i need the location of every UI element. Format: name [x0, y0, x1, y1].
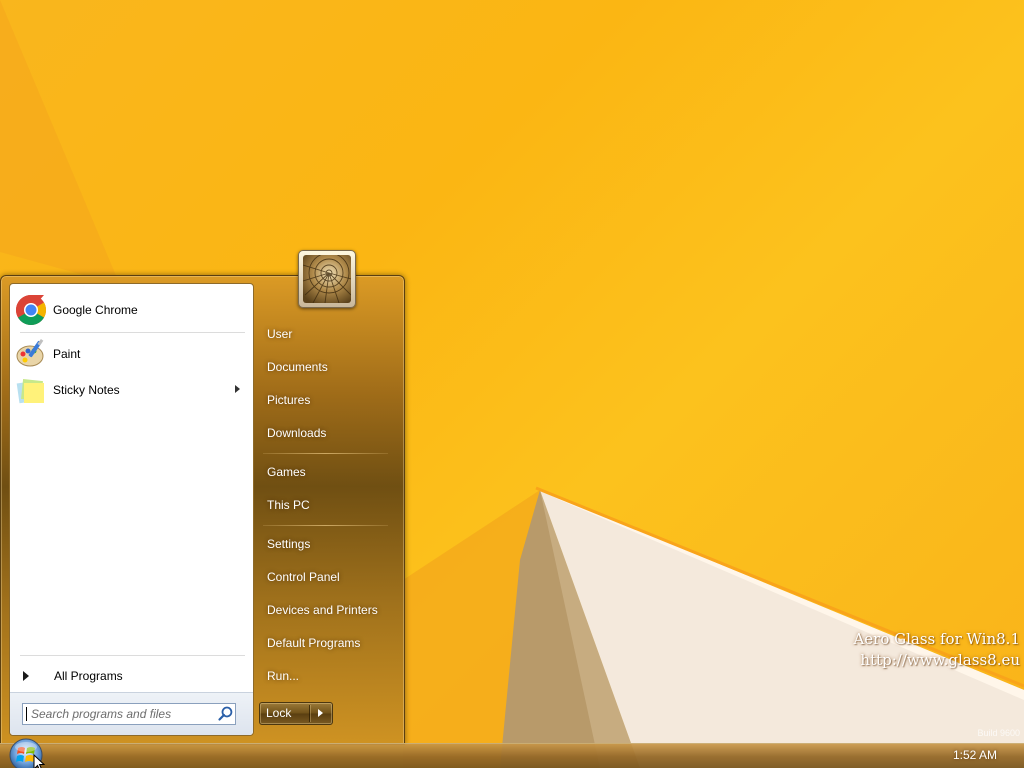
- menu-item-label: Devices and Printers: [267, 603, 378, 617]
- all-programs-label: All Programs: [54, 669, 123, 683]
- menu-item-user[interactable]: User: [259, 320, 391, 348]
- user-picture[interactable]: [298, 250, 356, 308]
- taskbar: [0, 743, 1024, 768]
- program-google-chrome[interactable]: Google Chrome: [13, 293, 249, 327]
- user-avatar: [303, 255, 351, 303]
- sticky-notes-icon: [15, 374, 47, 406]
- paint-icon: [15, 338, 47, 370]
- start-menu-programs-pane: Google Chrome Paint Sticky Notes All Pro…: [9, 283, 254, 736]
- lock-button[interactable]: Lock: [259, 702, 333, 725]
- menu-item-label: Default Programs: [267, 636, 361, 650]
- program-label: Google Chrome: [53, 303, 138, 317]
- desktop[interactable]: Aero Glass for Win8.1 http://www.glass8.…: [0, 0, 1024, 768]
- menu-item-documents[interactable]: Documents: [259, 353, 391, 381]
- search-icon[interactable]: [217, 705, 235, 723]
- watermark-url: http://www.glass8.eu: [860, 651, 1020, 669]
- menu-item-label: Settings: [267, 537, 311, 551]
- start-menu: Google Chrome Paint Sticky Notes All Pro…: [0, 275, 405, 745]
- program-label: Paint: [53, 347, 81, 361]
- menu-item-label: Downloads: [267, 426, 327, 440]
- lock-button-divider: [309, 705, 310, 722]
- menu-item-devices-printers[interactable]: Devices and Printers: [259, 596, 391, 624]
- menu-item-label: Documents: [267, 360, 328, 374]
- watermark-title: Aero Glass for Win8.1: [853, 630, 1020, 648]
- chrome-icon: [15, 294, 47, 326]
- menu-item-pictures[interactable]: Pictures: [259, 386, 391, 414]
- menu-item-settings[interactable]: Settings: [259, 530, 391, 558]
- search-input[interactable]: [27, 706, 218, 722]
- menu-item-label: This PC: [267, 498, 310, 512]
- program-sticky-notes[interactable]: Sticky Notes: [13, 373, 249, 407]
- submenu-arrow-icon[interactable]: [235, 385, 240, 393]
- menu-item-default-programs[interactable]: Default Programs: [259, 629, 391, 657]
- menu-item-label: Games: [267, 465, 306, 479]
- all-programs-button[interactable]: All Programs: [13, 664, 249, 688]
- power-options-arrow-icon[interactable]: [318, 709, 323, 717]
- program-paint[interactable]: Paint: [13, 337, 249, 371]
- right-pane-separator: [263, 453, 388, 454]
- menu-item-control-panel[interactable]: Control Panel: [259, 563, 391, 591]
- program-label: Sticky Notes: [53, 383, 120, 397]
- menu-item-run[interactable]: Run...: [259, 662, 391, 690]
- menu-item-label: User: [267, 327, 293, 341]
- build-tag: Build 9600: [977, 728, 1020, 738]
- all-programs-arrow-icon: [23, 671, 29, 681]
- aero-glass-watermark: Aero Glass for Win8.1 http://www.glass8.…: [853, 629, 1020, 671]
- right-pane-separator: [263, 525, 388, 526]
- menu-item-label: Control Panel: [267, 570, 340, 584]
- menu-item-games[interactable]: Games: [259, 458, 391, 486]
- search-area: [10, 692, 253, 735]
- pinned-separator: [20, 332, 245, 333]
- menu-item-this-pc[interactable]: This PC: [259, 491, 391, 519]
- search-box[interactable]: [22, 703, 236, 725]
- menu-item-label: Pictures: [267, 393, 311, 407]
- all-programs-separator: [20, 655, 245, 656]
- lock-button-label: Lock: [266, 706, 292, 720]
- menu-item-downloads[interactable]: Downloads: [259, 419, 391, 447]
- menu-item-label: Run...: [267, 669, 300, 683]
- mouse-cursor-icon: [33, 754, 45, 768]
- taskbar-clock[interactable]: 1:52 AM: [953, 748, 997, 762]
